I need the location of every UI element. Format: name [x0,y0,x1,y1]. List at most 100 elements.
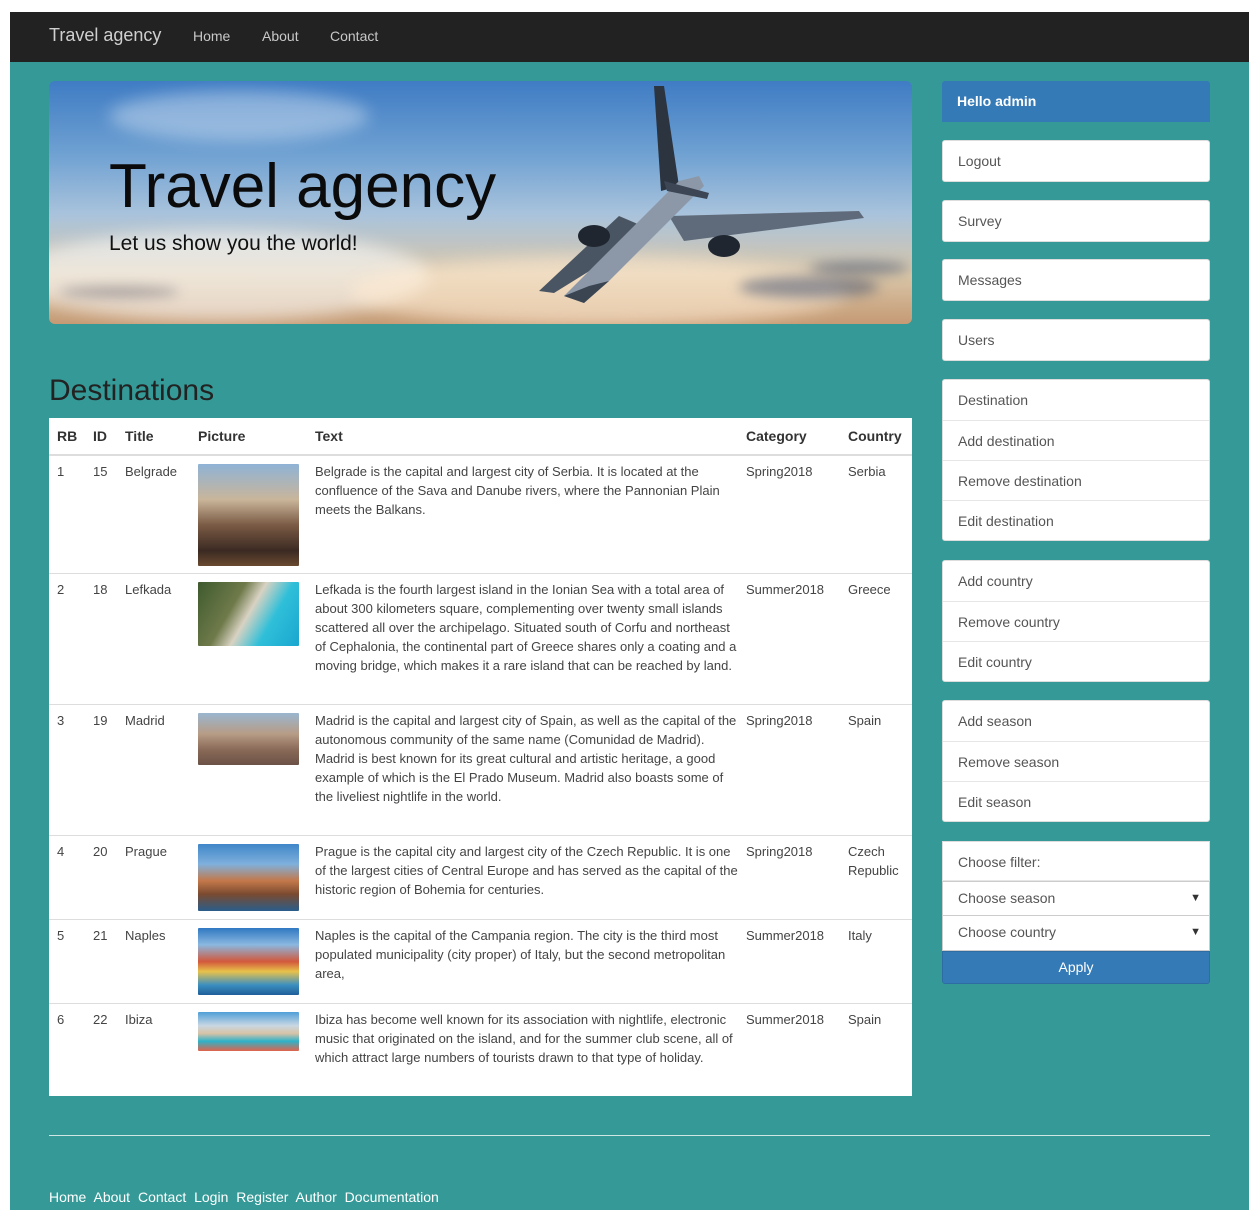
navbar-brand[interactable]: Travel agency [49,25,161,46]
footer-about-link[interactable]: About [93,1189,130,1205]
country-menu: Add country Remove country Edit country [942,560,1210,682]
footer-home-link[interactable]: Home [49,1189,86,1205]
users-panel: Users [942,319,1210,361]
survey-link[interactable]: Survey [943,201,1209,241]
cell-text: Belgrade is the capital and largest city… [307,454,738,573]
cell-id: 19 [85,703,117,835]
edit-destination-link[interactable]: Edit destination [943,500,1209,540]
cell-rb: 3 [49,703,85,835]
ibiza-photo [198,1011,299,1051]
col-header-category: Category [738,418,840,456]
cell-text: Naples is the capital of the Campania re… [307,918,738,1003]
survey-panel: Survey [942,200,1210,242]
footer-contact-link[interactable]: Contact [138,1189,186,1205]
add-country-link[interactable]: Add country [943,561,1209,601]
col-header-country: Country [840,418,912,456]
table-row: 6 22 Ibiza Ibiza has become well known f… [49,1002,912,1096]
cell-title: Lefkada [117,572,190,704]
cell-id: 20 [85,834,117,919]
table-row: 2 18 Lefkada Lefkada is the fourth large… [49,572,912,704]
table-row: 3 19 Madrid Madrid is the capital and la… [49,703,912,835]
page: Travel agency Home About Contact Travel … [10,12,1249,1210]
nav-about-link[interactable]: About [262,28,299,44]
col-header-picture: Picture [190,418,307,456]
cell-category: Summer2018 [738,918,840,1003]
add-destination-link[interactable]: Add destination [943,420,1209,460]
messages-panel: Messages [942,259,1210,301]
cell-category: Spring2018 [738,454,840,573]
hero-title: Travel agency [109,152,497,221]
cell-country: Greece [840,572,912,704]
cell-text: Ibiza has become well known for its asso… [307,1002,738,1096]
logout-link[interactable]: Logout [943,141,1209,181]
cell-rb: 4 [49,834,85,919]
hello-admin-header: Hello admin [942,81,1210,122]
madrid-photo [198,712,299,765]
destinations-table: RB ID Title Picture Text Category Countr… [49,418,912,1096]
col-header-rb: RB [49,418,85,456]
footer-divider [49,1135,1210,1136]
cell-country: Italy [840,918,912,1003]
naples-photo [198,927,299,995]
table-row: 4 20 Prague Prague is the capital city a… [49,834,912,919]
messages-link[interactable]: Messages [943,260,1209,300]
cell-title: Naples [117,918,190,1003]
footer-author-link[interactable]: Author [296,1189,337,1205]
cell-rb: 6 [49,1002,85,1096]
hero-subtitle: Let us show you the world! [109,232,358,255]
edit-season-link[interactable]: Edit season [943,781,1209,821]
cell-category: Spring2018 [738,834,840,919]
cell-country: Spain [840,1002,912,1096]
col-header-id: ID [85,418,117,456]
nav-contact-link[interactable]: Contact [330,28,378,44]
country-select-value: Choose country [958,924,1057,940]
footer-documentation-link[interactable]: Documentation [345,1189,439,1205]
cell-id: 22 [85,1002,117,1096]
season-select[interactable]: Choose season ▼ [942,881,1210,916]
apply-button[interactable]: Apply [942,951,1210,984]
destination-menu: Destination Add destination Remove desti… [942,379,1210,541]
filter-panel: Choose filter: Choose season ▼ Choose co… [942,841,1210,984]
remove-season-link[interactable]: Remove season [943,741,1209,781]
cell-text: Lefkada is the fourth largest island in … [307,572,738,704]
hero-banner: Travel agency Let us show you the world! [49,81,912,324]
country-select[interactable]: Choose country ▼ [942,916,1210,951]
remove-country-link[interactable]: Remove country [943,601,1209,641]
cell-category: Spring2018 [738,703,840,835]
table-row: 5 21 Naples Naples is the capital of the… [49,918,912,1003]
destination-link[interactable]: Destination [943,380,1209,420]
lefkada-photo [198,581,299,646]
remove-destination-link[interactable]: Remove destination [943,460,1209,500]
table-row: 1 15 Belgrade Belgrade is the capital an… [49,454,912,573]
cell-text: Prague is the capital city and largest c… [307,834,738,919]
airplane-illustration [539,86,864,303]
footer-nav: Home About Contact Login Register Author… [49,1189,443,1205]
cell-rb: 5 [49,918,85,1003]
cell-id: 15 [85,454,117,573]
col-header-title: Title [117,418,190,456]
filter-label: Choose filter: [942,841,1210,881]
cell-rb: 2 [49,572,85,704]
cell-title: Ibiza [117,1002,190,1096]
edit-country-link[interactable]: Edit country [943,641,1209,681]
cell-text: Madrid is the capital and largest city o… [307,703,738,835]
cell-country: Spain [840,703,912,835]
add-season-link[interactable]: Add season [943,701,1209,741]
cell-category: Summer2018 [738,572,840,704]
cell-title: Madrid [117,703,190,835]
logout-panel: Logout [942,140,1210,182]
col-header-text: Text [307,418,738,456]
footer-register-link[interactable]: Register [236,1189,288,1205]
table-header-row: RB ID Title Picture Text Category Countr… [49,418,912,456]
belgrade-photo [198,464,299,566]
cell-country: Serbia [840,454,912,573]
footer-login-link[interactable]: Login [194,1189,228,1205]
destinations-heading: Destinations [49,374,215,407]
navbar: Travel agency Home About Contact [10,12,1249,62]
dropdown-arrow-icon: ▼ [1190,926,1201,938]
cell-category: Summer2018 [738,1002,840,1096]
dropdown-arrow-icon: ▼ [1190,892,1201,904]
users-link[interactable]: Users [943,320,1209,360]
nav-home-link[interactable]: Home [193,28,230,44]
cell-id: 21 [85,918,117,1003]
